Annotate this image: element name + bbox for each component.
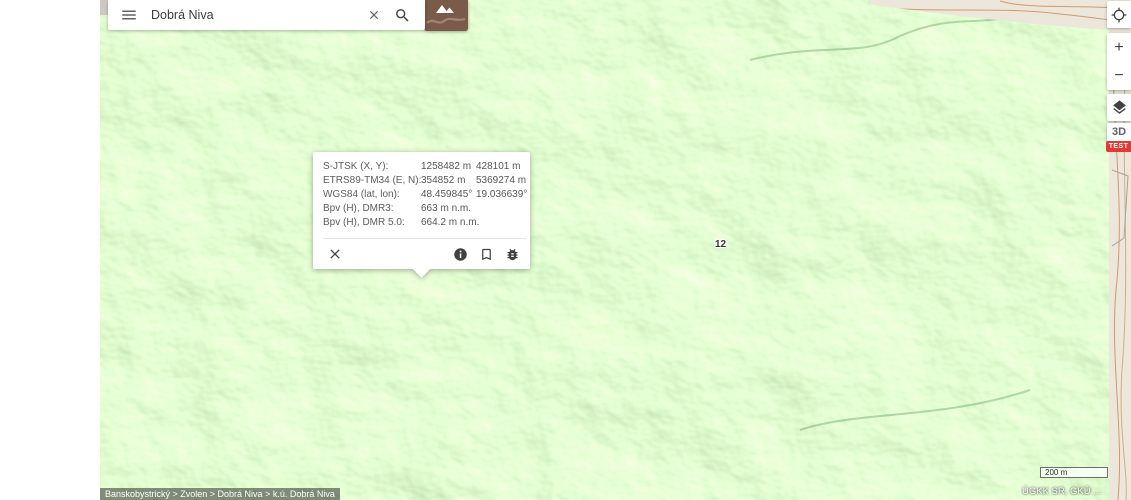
report-bug-button[interactable] xyxy=(505,247,520,262)
layers-icon xyxy=(1111,99,1128,116)
coord-value-2 xyxy=(476,202,526,216)
locate-me-button[interactable] xyxy=(1107,1,1131,28)
terrain-hillshade xyxy=(100,0,1131,500)
coord-label: WGS84 (lat, lon): xyxy=(323,188,421,202)
coordinate-row: Bpv (H), DMR3: 663 m n.m. xyxy=(323,202,526,216)
map-attribution: ÚGKK SR, GKÚ ... xyxy=(1022,486,1101,497)
zoom-in-button[interactable]: + xyxy=(1107,34,1131,62)
coordinate-row: WGS84 (lat, lon): 48.459845° 19.036639° xyxy=(323,188,526,202)
coord-value-2: 5369274 m xyxy=(476,174,526,188)
coord-value-1: 663 m n.m. xyxy=(421,202,476,216)
search-icon xyxy=(394,7,411,24)
info-icon xyxy=(453,247,468,262)
coord-value-2: 428101 m xyxy=(476,160,526,174)
coord-value-1: 1258482 m xyxy=(421,160,476,174)
zoom-control: + − xyxy=(1107,33,1131,90)
app: 12 Dobrá Niva xyxy=(0,0,1131,500)
coordinate-rows: S-JTSK (X, Y): 1258482 m 428101 m ETRS89… xyxy=(323,160,526,230)
search-input[interactable]: Dobrá Niva xyxy=(151,8,214,22)
test-badge: TEST xyxy=(1106,141,1131,152)
gps-locate-icon xyxy=(1111,7,1127,23)
coord-value-1: 664.2 m n.m. xyxy=(421,216,476,230)
coord-value-2 xyxy=(476,216,526,230)
coordinate-row: Bpv (H), DMR 5.0: 664.2 m n.m. xyxy=(323,216,526,230)
bookmark-icon xyxy=(479,247,494,262)
breadcrumb: Banskobystrický > Zvolen > Dobrá Niva > … xyxy=(100,488,340,500)
close-icon xyxy=(327,246,343,262)
bookmark-button[interactable] xyxy=(479,247,494,262)
coord-label: Bpv (H), DMR3: xyxy=(323,202,421,216)
road-number-label: 12 xyxy=(715,239,726,250)
coordinate-row: S-JTSK (X, Y): 1258482 m 428101 m xyxy=(323,160,526,174)
coord-label: ETRS89-TM34 (E, N): xyxy=(323,174,421,188)
terrain-thumbnail-icon xyxy=(424,0,468,31)
coordinates-popup: S-JTSK (X, Y): 1258482 m 428101 m ETRS89… xyxy=(313,152,530,269)
zoom-out-button[interactable]: − xyxy=(1107,62,1131,90)
clear-search-button[interactable] xyxy=(367,8,381,22)
coord-label: S-JTSK (X, Y): xyxy=(323,160,421,174)
basemap-switcher[interactable] xyxy=(424,0,468,31)
map-canvas[interactable]: 12 xyxy=(100,0,1131,500)
close-icon xyxy=(367,8,381,22)
coord-value-1: 48.459845° xyxy=(421,188,476,202)
search-button[interactable] xyxy=(394,7,411,24)
search-bar: Dobrá Niva xyxy=(108,0,425,30)
scale-bar: 200 m xyxy=(1040,467,1108,478)
close-popup-button[interactable] xyxy=(327,246,343,262)
hamburger-icon xyxy=(120,6,138,24)
view-3d-button[interactable]: 3D xyxy=(1107,123,1131,141)
layers-button[interactable] xyxy=(1107,94,1131,121)
info-button[interactable] xyxy=(453,247,468,262)
coord-value-2: 19.036639° xyxy=(476,188,527,202)
menu-button[interactable] xyxy=(120,6,138,24)
coord-label: Bpv (H), DMR 5.0: xyxy=(323,216,421,230)
scale-label: 200 m xyxy=(1045,468,1067,477)
coord-value-1: 354852 m xyxy=(421,174,476,188)
coordinate-row: ETRS89-TM34 (E, N): 354852 m 5369274 m xyxy=(323,174,526,188)
bug-icon xyxy=(505,247,520,262)
